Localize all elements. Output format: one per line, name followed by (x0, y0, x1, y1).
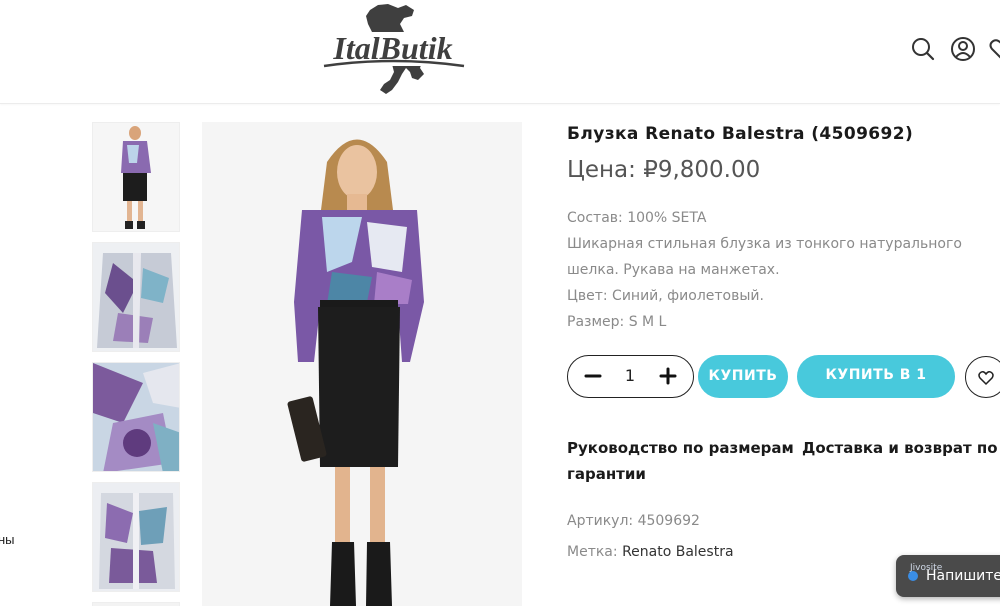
description-line: Состав: 100% SETA (567, 210, 707, 226)
thumbnail-image (93, 483, 179, 591)
thumbnail-2[interactable] (92, 242, 180, 352)
quantity-input[interactable] (615, 366, 645, 385)
search-icon[interactable] (910, 36, 936, 62)
description-line: шелка. Рукава на манжетах. (567, 262, 780, 278)
description-line: Размер: S M L (567, 314, 667, 330)
delivery-returns-link[interactable]: Доставка и возврат по (802, 435, 998, 461)
size-guide-link[interactable]: Руководство по размерам (567, 435, 794, 461)
user-icon[interactable] (950, 36, 976, 62)
thumbnail-4[interactable] (92, 482, 180, 592)
heart-icon (978, 370, 994, 386)
description-line: Цвет: Синий, фиолетовый. (567, 288, 764, 304)
left-cut-text: ны (0, 532, 15, 547)
product-main-image[interactable] (202, 122, 522, 606)
thumbnail-1[interactable] (92, 122, 180, 232)
buy-one-click-button[interactable]: КУПИТЬ В 1 (797, 355, 955, 398)
product-price: Цена: ₽9,800.00 (567, 157, 761, 183)
wishlist-button[interactable] (965, 356, 1000, 398)
chat-widget[interactable]: Jivosite Напишите (896, 555, 1000, 597)
product-tag: Метка: Renato Balestra (567, 544, 734, 560)
italbutik-logo[interactable]: ItalButik (318, 2, 468, 98)
site-header: ItalButik (0, 0, 1000, 104)
chat-icon (908, 571, 918, 581)
thumbnail-image (93, 363, 179, 471)
quantity-stepper (567, 355, 694, 398)
wishlist-icon[interactable] (988, 36, 1000, 62)
minus-icon[interactable] (582, 365, 604, 387)
tag-link[interactable]: Renato Balestra (622, 544, 733, 560)
product-photo (202, 122, 522, 606)
thumbnail-image (93, 243, 179, 351)
thumbnail-5[interactable] (92, 602, 180, 606)
thumbnail-image (93, 123, 179, 231)
delivery-returns-link-cont[interactable]: гарантии (567, 461, 646, 487)
product-sku: Артикул: 4509692 (567, 513, 700, 529)
description-line: Шикарная стильная блузка из тонкого нату… (567, 236, 962, 252)
tag-prefix: Метка: (567, 544, 623, 560)
product-description: Состав: 100% SETA Шикарная стильная блуз… (567, 205, 997, 335)
chat-label: Напишите (926, 568, 1000, 584)
buy-button[interactable]: КУПИТЬ (698, 355, 788, 398)
product-title: Блузка Renato Balestra (4509692) (567, 124, 914, 144)
thumbnail-3[interactable] (92, 362, 180, 472)
plus-icon[interactable] (657, 365, 679, 387)
